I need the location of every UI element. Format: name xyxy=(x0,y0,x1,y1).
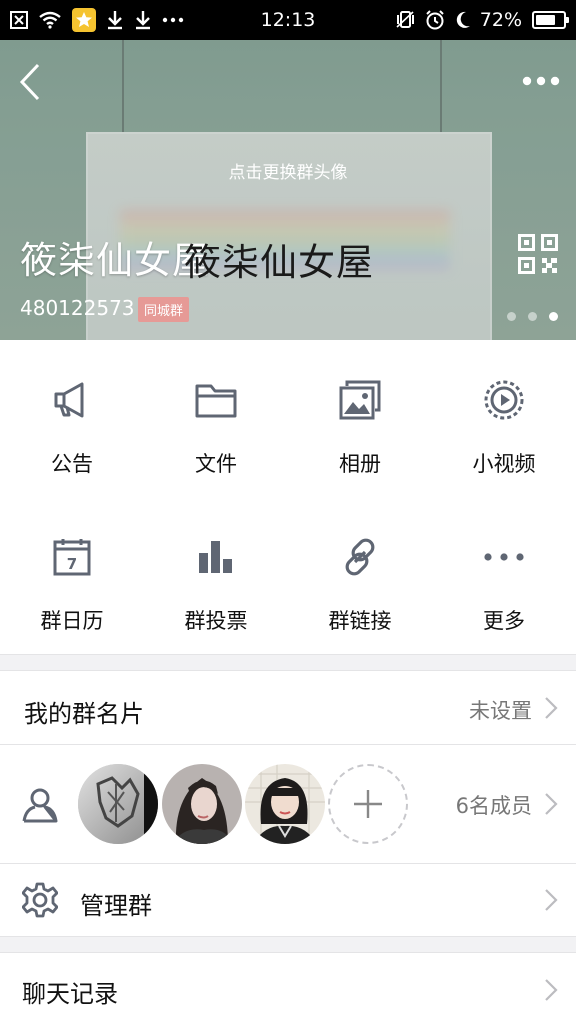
feature-label: 文件 xyxy=(195,452,237,476)
feature-label: 公告 xyxy=(51,452,93,476)
battery-level xyxy=(536,15,555,25)
member-avatar[interactable] xyxy=(245,764,325,844)
chevron-right-icon xyxy=(545,889,558,911)
feature-label: 群投票 xyxy=(184,609,248,633)
manage-group-title: 管理群 xyxy=(80,892,152,920)
feature-more[interactable]: 更多 xyxy=(432,497,576,654)
chevron-right-icon xyxy=(545,793,558,815)
feature-short-video[interactable]: 小视频 xyxy=(432,340,576,497)
page-indicator xyxy=(507,312,558,321)
folder-icon xyxy=(194,378,238,422)
more-dots-icon xyxy=(522,76,560,86)
chevron-right-icon xyxy=(545,697,558,719)
video-icon xyxy=(482,378,526,422)
chevron-right-icon xyxy=(545,979,558,1001)
vibrate-icon xyxy=(394,9,416,31)
page-indicator-dot xyxy=(507,312,516,321)
feature-grid: 公告 文件 相册 小视频 7 群日历 群投票 群链接 更多 xyxy=(0,340,576,654)
calendar-day: 7 xyxy=(67,555,77,573)
feature-announcement[interactable]: 公告 xyxy=(0,340,144,497)
member-count: 6名成员 xyxy=(455,794,532,818)
feature-vote[interactable]: 群投票 xyxy=(144,497,288,654)
back-button[interactable] xyxy=(10,60,50,104)
battery-percent: 72% xyxy=(479,9,522,31)
manage-group-row[interactable]: 管理群 xyxy=(0,864,576,936)
header-shade xyxy=(0,40,576,340)
group-name: 筱柒仙女屋 xyxy=(20,239,210,282)
members-icon xyxy=(20,785,60,829)
page-indicator-dot xyxy=(528,312,537,321)
album-icon xyxy=(338,378,382,422)
megaphone-icon xyxy=(50,378,94,422)
add-member-button[interactable] xyxy=(328,764,408,844)
qr-code-icon xyxy=(518,234,558,274)
feature-files[interactable]: 文件 xyxy=(144,340,288,497)
group-name-photo-text: 筱柒仙女屋 xyxy=(184,241,374,284)
feature-label: 更多 xyxy=(483,609,525,633)
section-divider xyxy=(0,654,576,671)
member-avatar[interactable] xyxy=(162,764,242,844)
group-id: 480122573 xyxy=(20,296,135,320)
moon-icon xyxy=(454,10,472,30)
more-dots-icon xyxy=(482,535,526,579)
status-bar: 12:13 72% xyxy=(0,0,576,40)
feature-calendar[interactable]: 7 群日历 xyxy=(0,497,144,654)
section-divider xyxy=(0,936,576,953)
feature-label: 群链接 xyxy=(328,609,392,633)
page-indicator-dot-active xyxy=(549,312,558,321)
back-arrow-icon xyxy=(19,63,40,101)
change-group-avatar-link[interactable]: 点击更换群头像 xyxy=(0,158,576,183)
city-group-badge: 同城群 xyxy=(138,297,190,322)
vote-chart-icon xyxy=(194,535,238,579)
status-right-icons: 72% xyxy=(394,0,569,40)
feature-label: 小视频 xyxy=(472,452,536,476)
feature-label: 相册 xyxy=(339,452,381,476)
gear-icon xyxy=(21,882,59,922)
alarm-icon xyxy=(424,9,446,31)
feature-album[interactable]: 相册 xyxy=(288,340,432,497)
my-group-card-value: 未设置 xyxy=(469,699,532,723)
more-options-button[interactable] xyxy=(518,66,564,96)
feature-label: 群日历 xyxy=(40,609,104,633)
chat-history-title: 聊天记录 xyxy=(22,980,118,1008)
feature-link[interactable]: 群链接 xyxy=(288,497,432,654)
group-header[interactable]: 点击更换群头像 筱柒仙女屋 筱柒仙女屋 480122573 同城群 xyxy=(0,40,576,340)
calendar-icon: 7 xyxy=(50,535,94,579)
battery-icon xyxy=(532,11,569,29)
plus-icon xyxy=(354,790,382,818)
member-avatar[interactable] xyxy=(78,764,158,844)
qr-code-button[interactable] xyxy=(518,234,558,274)
link-icon xyxy=(338,535,382,579)
my-group-card-title: 我的群名片 xyxy=(24,700,144,728)
my-group-card-row[interactable]: 我的群名片 未设置 xyxy=(0,672,576,744)
chat-history-row[interactable]: 聊天记录 xyxy=(0,954,576,1024)
